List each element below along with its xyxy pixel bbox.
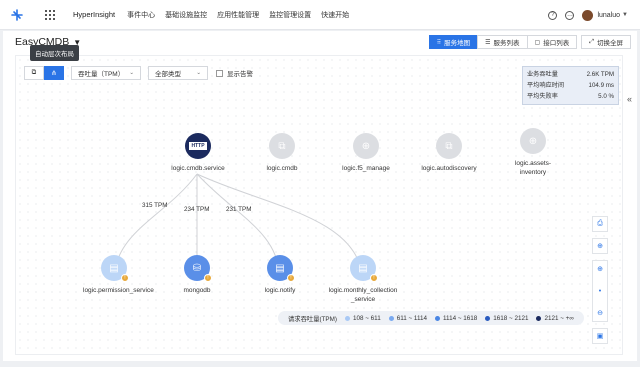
legend-item: 108 ~ 611 (344, 314, 381, 322)
node-label: logic.notify (264, 287, 296, 294)
logo-icon[interactable] (9, 7, 25, 23)
message-icon[interactable]: … (565, 10, 575, 20)
globe-icon: ⊕ (353, 133, 379, 159)
legend-dot (388, 315, 394, 321)
legend-label: 1114 ~ 1618 (443, 314, 478, 322)
locate-icon[interactable]: ⊕ (592, 238, 608, 254)
export-icon[interactable]: ⎙ (592, 216, 608, 232)
node-cmdb[interactable]: ⧉ logic.cmdb (242, 133, 322, 173)
service-list-tab[interactable]: ☰ 服务列表 (477, 35, 528, 49)
node-label: logic.monthly_collection_service (328, 287, 398, 303)
top-right-tools: ? … lunaluo ▼ (540, 0, 628, 30)
zoom-out-icon[interactable]: ⊖ (597, 309, 603, 317)
node-autodiscovery[interactable]: ⧉ logic.autodiscovery (409, 133, 489, 173)
nav-item-events[interactable]: 事件中心 (127, 10, 155, 20)
legend-dot (344, 315, 350, 321)
node-label: logic.f5_manage (342, 165, 390, 172)
edge-label: 315 TPM (142, 202, 168, 209)
legend-dot (435, 315, 441, 321)
node-label: logic.cmdb.service (171, 165, 225, 172)
http-glyph: HTTP (189, 142, 207, 150)
top-nav-bar: HyperInsight 事件中心 基础设施监控 应用性能管理 监控管理设置 快… (0, 0, 640, 30)
node-label: logic.assets-inventory (514, 160, 552, 176)
service-map-label: 服务地图 (444, 40, 471, 47)
database-icon: ⛁ ! (184, 255, 212, 282)
main-panel: EasyCMDB ▼ 自动层次布局 ⠿ 服务地图 ☰ 服务列表 ▢ 接口列表 ⤢… (3, 31, 637, 361)
nav-item-settings[interactable]: 监控管理设置 (269, 10, 311, 20)
legend-item: 1618 ~ 2121 (485, 315, 528, 322)
view-switcher: ⠿ 服务地图 ☰ 服务列表 ▢ 接口列表 ⤢ 切换全屏 (428, 35, 631, 49)
save-icon[interactable]: ▣ (592, 328, 608, 344)
node-f5-manage[interactable]: ⊕ logic.f5_manage (326, 133, 406, 173)
api-list-label: 接口列表 (543, 40, 570, 47)
warning-badge-icon: ! (204, 274, 212, 282)
node-label: logic.autodiscovery (421, 165, 477, 172)
main-nav: 事件中心 基础设施监控 应用性能管理 监控管理设置 快速开始 (127, 10, 359, 20)
map-controls: ⎙ ⊕ ⊕ • ⊖ ▣ (592, 216, 608, 350)
api-list-tab[interactable]: ▢ 接口列表 (526, 35, 578, 49)
stack-icon: ▤ ! (101, 255, 129, 282)
legend-dot (485, 315, 491, 321)
zoom-in-icon[interactable]: ⊕ (597, 265, 603, 273)
service-map-canvas[interactable]: ⧉ ⋔ 吞吐量（TPM） ⌄ 全部类型 ⌄ 显示告警 业务吞吐量 2.6K TP… (15, 55, 623, 355)
zoom-slider[interactable]: ⊕ • ⊖ (592, 260, 608, 322)
layout-tooltip: 自动层次布局 (30, 45, 79, 61)
nav-item-infra[interactable]: 基础设施监控 (165, 10, 207, 20)
legend-item: 611 ~ 1114 (388, 314, 428, 322)
zoom-handle[interactable]: • (599, 288, 601, 295)
throughput-legend: 请求吞吐量(TPM) 108 ~ 611 611 ~ 1114 1114 ~ 1… (278, 311, 584, 325)
node-label: mongodb (183, 287, 211, 294)
copy-icon: ⧉ (436, 133, 462, 159)
legend-label: 611 ~ 1114 (396, 314, 428, 322)
username[interactable]: lunaluo (597, 12, 620, 19)
node-permission-service[interactable]: ▤ ! logic.permission_service (74, 255, 154, 295)
fullscreen-button[interactable]: ⤢ 切换全屏 (581, 35, 631, 49)
legend-title: 请求吞吐量(TPM) (288, 315, 337, 323)
warning-badge-icon: ! (121, 274, 129, 282)
node-mongodb[interactable]: ⛁ ! mongodb (157, 255, 237, 295)
warning-badge-icon: ! (370, 274, 378, 282)
edge-label: 234 TPM (184, 206, 210, 213)
node-notify[interactable]: ▤ ! logic.notify (240, 255, 320, 295)
copy-icon: ⧉ (269, 133, 295, 159)
warning-badge-icon: ! (287, 274, 295, 282)
http-icon: HTTP (185, 133, 211, 159)
node-monthly-collection[interactable]: ▤ ! logic.monthly_collection_service (323, 255, 403, 304)
service-list-label: 服务列表 (493, 40, 520, 47)
help-icon[interactable]: ? (548, 10, 558, 20)
legend-label: 2121 ~ +∞ (544, 314, 574, 322)
nav-item-apm[interactable]: 应用性能管理 (217, 10, 259, 20)
stack-icon: ▤ ! (350, 255, 378, 282)
legend-dot (536, 315, 542, 321)
node-cmdb-service[interactable]: HTTP logic.cmdb.service (158, 133, 238, 173)
edge-label: 231 TPM (226, 206, 252, 213)
stack-icon: ▤ ! (267, 255, 295, 282)
app-grid-icon[interactable] (45, 9, 55, 20)
legend-item: 2121 ~ +∞ (536, 314, 574, 322)
node-label: logic.cmdb (266, 165, 298, 172)
fullscreen-icon: ⤢ (589, 38, 594, 45)
legend-label: 108 ~ 611 (352, 314, 381, 322)
fullscreen-label: 切换全屏 (597, 40, 623, 47)
api-icon: ▢ (534, 39, 541, 46)
node-label: logic.permission_service (83, 287, 154, 294)
legend-item: 1114 ~ 1618 (435, 315, 477, 322)
brand-name[interactable]: HyperInsight (73, 10, 115, 19)
globe-icon: ⊕ (520, 128, 546, 154)
service-map-tab[interactable]: ⠿ 服务地图 (428, 35, 479, 49)
node-assets-inventory[interactable]: ⊕ logic.assets-inventory (493, 128, 573, 177)
legend-label: 1618 ~ 2121 (493, 314, 529, 322)
chevron-down-icon[interactable]: ▼ (622, 12, 628, 18)
avatar[interactable] (582, 9, 594, 21)
topology-icon: ⠿ (436, 39, 442, 46)
nav-item-quickstart[interactable]: 快速开始 (321, 10, 349, 20)
collapse-panel-icon[interactable]: « (627, 94, 632, 104)
list-icon: ☰ (485, 39, 491, 46)
